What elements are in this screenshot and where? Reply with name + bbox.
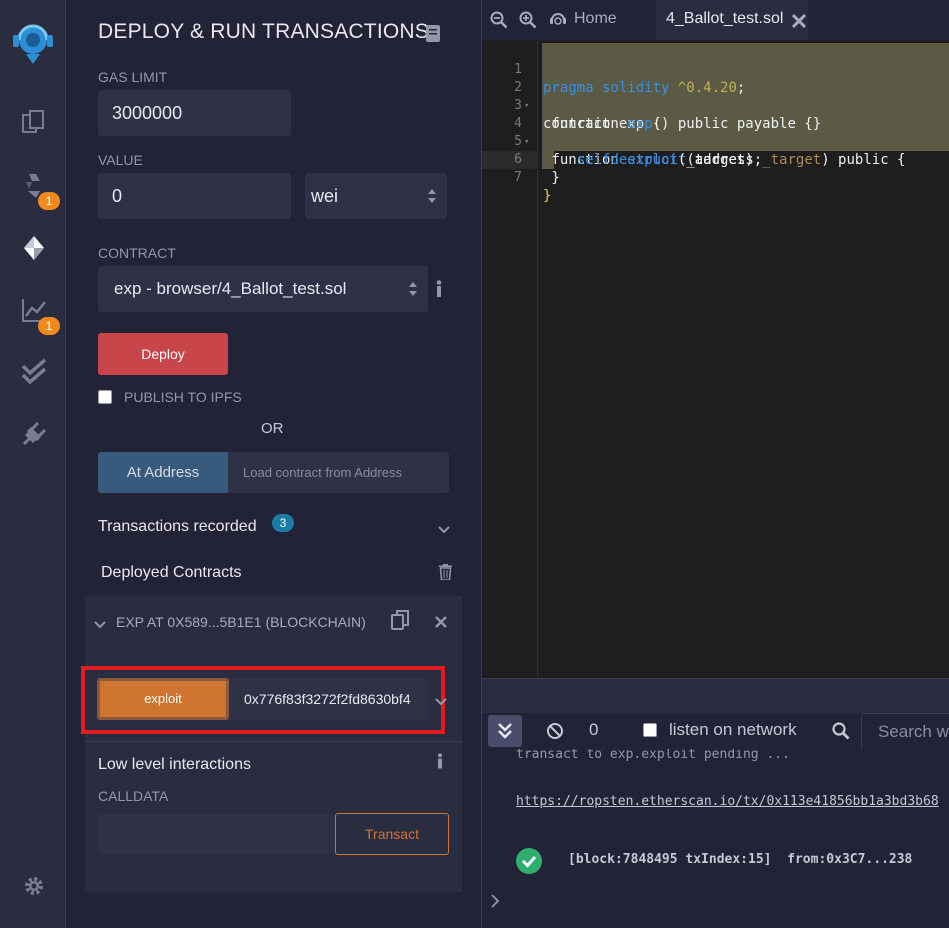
deploy-run-panel: DEPLOY & RUN TRANSACTIONS GAS LIMIT 3000… xyxy=(66,0,482,928)
terminal-toolbar: 0 listen on network Search w xyxy=(482,713,949,751)
code-line: 5 selfdestruct(_target); xyxy=(482,115,949,168)
calldata-input[interactable] xyxy=(98,814,335,854)
or-separator: OR xyxy=(261,420,284,437)
transactions-count-badge: 3 xyxy=(272,514,294,532)
value-unit-text: wei xyxy=(311,186,339,206)
value-input[interactable]: 0 xyxy=(98,173,291,219)
search-icon xyxy=(832,722,850,740)
listen-network-checkbox[interactable] xyxy=(643,723,657,737)
tab-file[interactable]: 4_Ballot_test.sol xyxy=(656,0,808,40)
value-label: VALUE xyxy=(98,152,143,168)
tx-from-text: from:0x3C7...238 xyxy=(787,852,913,867)
tx-block-text: [block:7848495 txIndex:15] xyxy=(568,852,772,867)
plugin-icon[interactable] xyxy=(20,420,48,448)
at-address-input[interactable]: Load contract from Address xyxy=(228,452,449,493)
file-explorer-icon[interactable] xyxy=(20,108,48,136)
pending-log: transact to exp.exploit pending ... xyxy=(516,749,790,762)
code-line: 3 function exp() public payable {} xyxy=(482,79,949,132)
docs-book-icon[interactable] xyxy=(426,25,440,42)
instance-name: EXP AT 0X589...5B1E1 (BLOCKCHAIN) xyxy=(116,614,366,630)
zoom-out-icon[interactable] xyxy=(490,11,508,29)
console-prompt-icon[interactable] xyxy=(490,894,500,913)
deployed-instance: EXP AT 0X589...5B1E1 (BLOCKCHAIN) exploi… xyxy=(81,596,462,892)
close-icon[interactable] xyxy=(435,615,447,628)
tx-block-info[interactable]: [block:7848495 txIndex:15] from:0x3C7...… xyxy=(568,852,912,867)
pending-count: 0 xyxy=(589,720,599,739)
at-address-button[interactable]: At Address xyxy=(98,452,228,493)
listen-network-label: listen on network xyxy=(669,720,797,739)
select-arrows-icon xyxy=(409,282,417,296)
code-line: 6 } xyxy=(482,133,949,186)
icon-rail: 1 1 xyxy=(0,0,66,928)
transact-button[interactable]: Transact xyxy=(335,813,449,855)
divider xyxy=(85,741,462,742)
publish-ipfs-label: PUBLISH TO IPFS xyxy=(124,389,242,405)
panel-title: DEPLOY & RUN TRANSACTIONS xyxy=(98,20,429,43)
gas-limit-label: GAS LIMIT xyxy=(98,69,168,85)
terminal-resize-bar[interactable] xyxy=(482,678,949,713)
collapse-terminal-button[interactable] xyxy=(488,715,522,747)
line-number: 7 xyxy=(514,170,522,185)
compiler-badge: 1 xyxy=(38,192,60,210)
code-line: 4 ▾ function exploit(address _target) pu… xyxy=(482,97,949,168)
trash-icon[interactable] xyxy=(439,564,452,581)
etherscan-link[interactable]: https://ropsten.etherscan.io/tx/0x113e41… xyxy=(516,794,939,809)
contract-select[interactable]: exp - browser/4_Ballot_test.sol xyxy=(98,266,428,312)
expand-args-chevron-icon[interactable] xyxy=(435,693,447,706)
contract-select-text: exp - browser/4_Ballot_test.sol xyxy=(114,279,347,298)
copy-icon[interactable] xyxy=(391,610,409,630)
exploit-button[interactable]: exploit xyxy=(97,678,229,720)
code-editor[interactable]: 1 pragma solidity ^0.4.20; 2 ▾ contract … xyxy=(482,40,949,678)
testing-icon[interactable] xyxy=(20,358,48,386)
transactions-recorded-label[interactable]: Transactions recorded xyxy=(98,518,257,536)
gas-limit-input[interactable]: 3000000 xyxy=(98,90,291,136)
code-line: 1 pragma solidity ^0.4.20; xyxy=(482,43,949,96)
select-arrows-icon xyxy=(428,189,436,203)
success-check-icon xyxy=(516,848,542,874)
remix-logo-icon[interactable] xyxy=(8,18,58,68)
tab-file-label: 4_Ballot_test.sol xyxy=(666,10,784,27)
info-icon[interactable] xyxy=(436,280,442,298)
clear-console-icon[interactable] xyxy=(546,722,564,740)
analysis-badge: 1 xyxy=(38,317,60,335)
zoom-in-icon[interactable] xyxy=(519,11,537,29)
settings-gear-icon[interactable] xyxy=(22,874,46,898)
terminal-output: transact to exp.exploit pending ... http… xyxy=(482,749,949,928)
calldata-label: CALLDATA xyxy=(98,788,169,804)
double-chevron-down-icon xyxy=(498,723,512,739)
tab-close-icon[interactable] xyxy=(791,13,807,29)
instance-chevron-icon[interactable] xyxy=(94,616,106,629)
exploit-address-input[interactable]: 0x776f83f3272f2fd8630bf4 xyxy=(229,678,427,720)
deployed-contracts-label: Deployed Contracts xyxy=(101,564,242,581)
contract-label: CONTRACT xyxy=(98,245,176,261)
home-tab-logo-icon xyxy=(548,10,568,30)
tab-home[interactable]: Home xyxy=(574,10,617,28)
search-input[interactable]: Search w xyxy=(861,713,949,751)
code-line: 2 ▾ contract exp { xyxy=(482,61,949,132)
value-unit-select[interactable]: wei xyxy=(305,173,447,219)
deploy-button[interactable]: Deploy xyxy=(98,333,228,375)
publish-ipfs-checkbox[interactable] xyxy=(98,390,112,404)
deploy-run-icon[interactable] xyxy=(20,234,48,262)
chevron-down-icon[interactable] xyxy=(438,521,450,534)
code-line: 7 } xyxy=(482,151,949,204)
editor-tabs: Home 4_Ballot_test.sol xyxy=(482,0,949,40)
low-level-info-icon[interactable] xyxy=(437,753,443,769)
low-level-title: Low level interactions xyxy=(98,756,251,773)
